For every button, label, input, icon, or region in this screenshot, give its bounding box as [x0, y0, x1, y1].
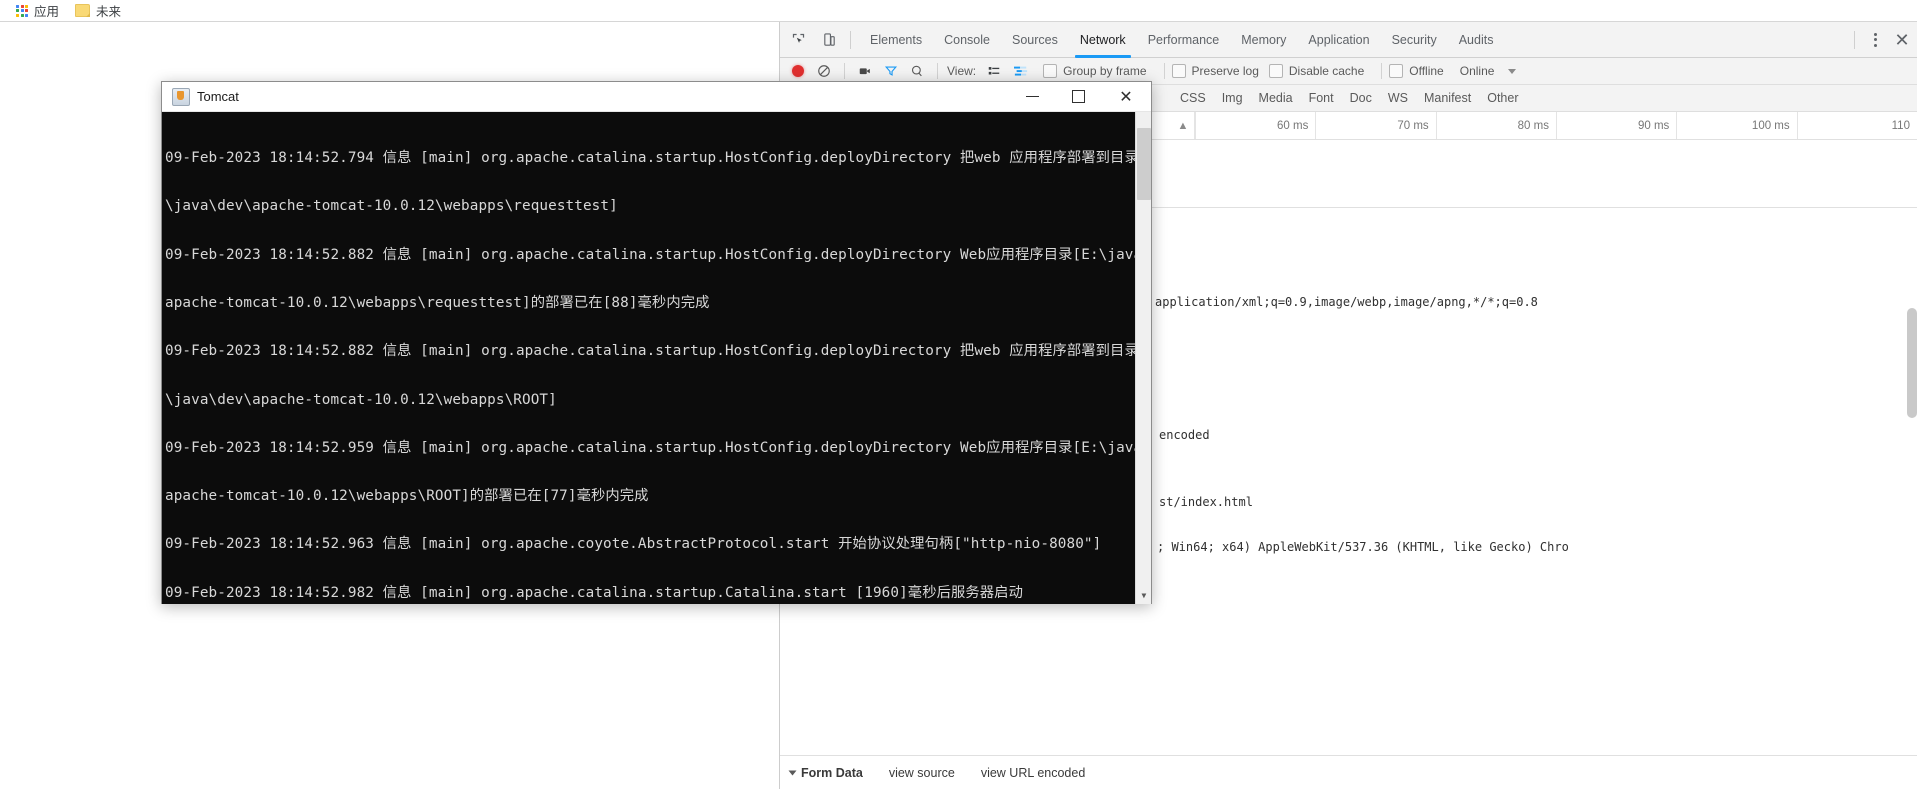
- maximize-button[interactable]: [1055, 82, 1101, 111]
- console-scrollbar[interactable]: ▲ ▼: [1135, 112, 1151, 604]
- waterfall-view-icon[interactable]: [1013, 64, 1029, 78]
- device-toolbar-icon[interactable]: [816, 27, 842, 53]
- console-line: 09-Feb-2023 18:14:52.882 信息 [main] org.a…: [165, 343, 1151, 360]
- devtools-tabbar: Elements Console Sources Network Perform…: [780, 22, 1917, 58]
- header-user-agent-value: ; Win64; x64) AppleWebKit/537.36 (KHTML,…: [1157, 540, 1569, 554]
- maximize-icon: [1071, 90, 1085, 103]
- tab-sources[interactable]: Sources: [1001, 22, 1069, 58]
- chevron-down-icon: [1508, 68, 1517, 74]
- tab-audits[interactable]: Audits: [1448, 22, 1505, 58]
- tomcat-console-output[interactable]: 09-Feb-2023 18:14:52.794 信息 [main] org.a…: [162, 112, 1151, 604]
- form-data-title: Form Data: [801, 765, 863, 780]
- group-by-frame-label: Group by frame: [1063, 64, 1147, 78]
- timeline-tick: 90 ms: [1555, 112, 1676, 139]
- record-button-icon[interactable]: [792, 65, 804, 77]
- disable-cache-label: Disable cache: [1288, 64, 1365, 78]
- tab-performance[interactable]: Performance: [1137, 22, 1231, 58]
- console-line: apache-tomcat-10.0.12\webapps\ROOT]的部署已在…: [165, 488, 649, 505]
- console-line: 09-Feb-2023 18:14:52.882 信息 [main] org.a…: [165, 246, 1151, 263]
- bookmark-label-folder: 未来: [96, 4, 122, 19]
- toolbar-divider: [1381, 63, 1383, 79]
- offline-checkbox[interactable]: Offline: [1389, 64, 1444, 78]
- tomcat-console-window[interactable]: Tomcat ✕ 09-Feb-2023 18:14:52.794 信息 [ma…: [161, 81, 1152, 604]
- tomcat-titlebar[interactable]: Tomcat ✕: [162, 82, 1151, 112]
- disable-cache-checkbox[interactable]: Disable cache: [1268, 64, 1365, 78]
- bookmarks-bar: 应用 未来: [0, 0, 1917, 22]
- timeline-tick: 80 ms: [1435, 112, 1556, 139]
- minimize-button[interactable]: [1009, 82, 1055, 111]
- console-line: 09-Feb-2023 18:14:52.963 信息 [main] org.a…: [165, 536, 1102, 553]
- clear-network-log-icon[interactable]: [817, 64, 831, 78]
- checkbox-box: [1268, 64, 1283, 78]
- console-line: \java\dev\apache-tomcat-10.0.12\webapps\…: [165, 198, 618, 215]
- toolbar-divider: [844, 63, 845, 79]
- toolbar-divider-right: [1854, 30, 1855, 49]
- checkbox-box: [1171, 64, 1186, 78]
- folder-icon: [75, 4, 91, 17]
- filter-type-font[interactable]: Font: [1301, 91, 1342, 105]
- scroll-down-icon[interactable]: ▼: [1136, 588, 1151, 604]
- bookmark-label-apps: 应用: [34, 4, 60, 19]
- console-line: 09-Feb-2023 18:14:52.982 信息 [main] org.a…: [165, 584, 1023, 601]
- console-scrollbar-thumb[interactable]: [1137, 128, 1151, 200]
- close-icon: ✕: [1119, 86, 1133, 106]
- throttling-value: Online: [1459, 64, 1495, 78]
- timeline-tick: 100 ms: [1676, 112, 1796, 139]
- toolbar-divider: [850, 30, 851, 49]
- chevron-down-icon[interactable]: [788, 770, 797, 775]
- filter-type-ws[interactable]: WS: [1380, 91, 1416, 105]
- filter-icon[interactable]: [884, 64, 898, 78]
- offline-label: Offline: [1409, 64, 1444, 78]
- checkbox-box: [1043, 64, 1058, 78]
- filter-type-manifest[interactable]: Manifest: [1416, 91, 1479, 105]
- detail-scrollbar-thumb[interactable]: [1907, 308, 1917, 418]
- java-coffee-cup-icon: [172, 87, 190, 106]
- header-content-type-value: encoded: [1159, 428, 1210, 442]
- preserve-log-label: Preserve log: [1191, 64, 1259, 78]
- console-line: \java\dev\apache-tomcat-10.0.12\webapps\…: [165, 391, 557, 408]
- tab-elements[interactable]: Elements: [859, 22, 933, 58]
- filter-type-other[interactable]: Other: [1479, 91, 1526, 105]
- close-devtools-icon[interactable]: ✕: [1887, 22, 1917, 58]
- bookmark-item-folder[interactable]: 未来: [67, 1, 129, 21]
- filter-type-img[interactable]: Img: [1214, 91, 1251, 105]
- tab-security[interactable]: Security: [1381, 22, 1448, 58]
- throttling-select[interactable]: Online: [1460, 64, 1517, 78]
- close-button[interactable]: ✕: [1101, 82, 1151, 111]
- filter-type-doc[interactable]: Doc: [1342, 91, 1380, 105]
- header-accept-value: application/xml;q=0.9,image/webp,image/a…: [1155, 295, 1538, 309]
- preserve-log-checkbox[interactable]: Preserve log: [1171, 64, 1259, 78]
- checkbox-box: [1389, 64, 1404, 78]
- minimize-icon: [1025, 96, 1039, 97]
- header-referer-value: st/index.html: [1159, 495, 1253, 509]
- view-url-encoded-link[interactable]: view URL encoded: [981, 766, 1085, 780]
- console-line: 09-Feb-2023 18:14:52.959 信息 [main] org.a…: [165, 439, 1151, 456]
- inspect-element-icon[interactable]: [785, 27, 811, 53]
- toolbar-divider: [937, 63, 938, 79]
- filter-type-media[interactable]: Media: [1251, 91, 1301, 105]
- tab-memory[interactable]: Memory: [1230, 22, 1297, 58]
- bookmark-item-apps[interactable]: 应用: [8, 1, 67, 21]
- timeline-tick: 60 ms: [1195, 112, 1315, 139]
- more-options-icon[interactable]: [1863, 32, 1887, 47]
- console-line: 09-Feb-2023 18:14:52.794 信息 [main] org.a…: [165, 150, 1151, 167]
- form-data-section: Form Data view source view URL encoded: [780, 755, 1917, 789]
- tab-application[interactable]: Application: [1297, 22, 1380, 58]
- toolbar-divider: [1163, 63, 1165, 79]
- timeline-tick: 70 ms: [1315, 112, 1435, 139]
- tab-console[interactable]: Console: [933, 22, 1001, 58]
- tomcat-window-title: Tomcat: [197, 89, 239, 104]
- timeline-tick: 110: [1796, 112, 1917, 139]
- list-view-icon[interactable]: [987, 64, 1001, 78]
- filter-type-css[interactable]: CSS: [1172, 91, 1214, 105]
- group-by-frame-checkbox[interactable]: Group by frame: [1043, 64, 1147, 78]
- console-line: apache-tomcat-10.0.12\webapps\requesttes…: [165, 295, 710, 312]
- tab-network[interactable]: Network: [1069, 22, 1137, 58]
- capture-screenshots-icon[interactable]: [858, 64, 872, 78]
- view-label: View:: [947, 64, 977, 78]
- view-source-link[interactable]: view source: [889, 766, 955, 780]
- search-icon[interactable]: [910, 64, 924, 78]
- collapse-overview-icon[interactable]: ▲: [1172, 112, 1195, 139]
- apps-grid-icon: [16, 4, 28, 17]
